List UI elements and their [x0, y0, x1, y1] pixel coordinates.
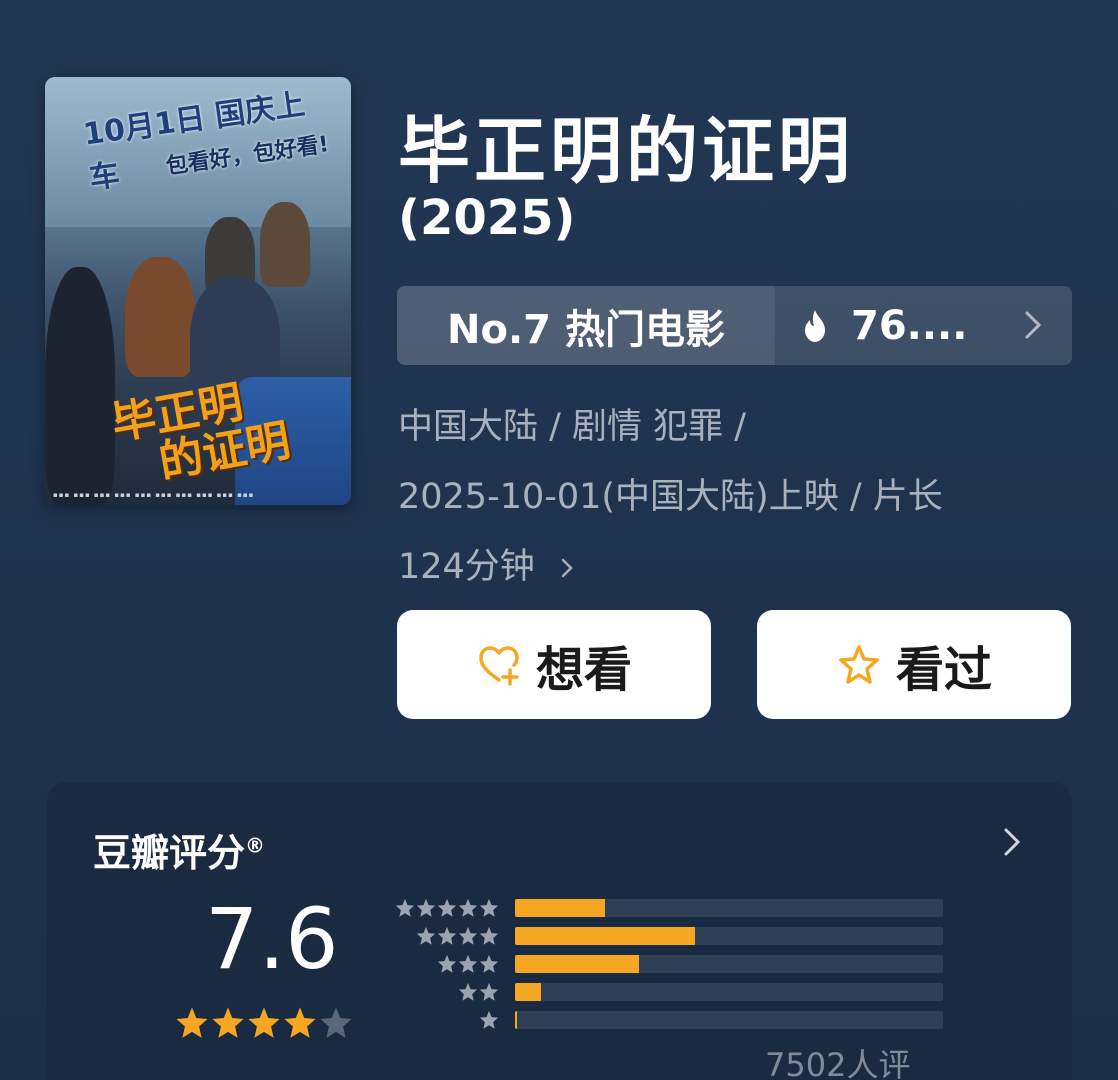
movie-detail-page: 10月1日 国庆上车 包看好，包好看! 毕正明 的证明 ▪▪▪ ▪▪▪ ▪▪▪ …: [0, 0, 1118, 1080]
star-small-icon: [437, 954, 457, 973]
distribution-track: [515, 1011, 943, 1029]
rating-card[interactable]: 豆瓣评分® 7.6 7502人评: [47, 782, 1072, 1080]
heat-value: 76....: [851, 302, 968, 349]
star-small-icon: [458, 954, 478, 973]
star-filled-icon: [248, 1007, 280, 1038]
star-small-icon: [437, 898, 457, 917]
distribution-row: [393, 922, 943, 950]
star-small-icon: [479, 982, 499, 1001]
distribution-stars: [393, 898, 499, 918]
distribution-bar: [515, 1011, 518, 1029]
rating-title: 豆瓣评分®: [93, 822, 265, 877]
star-small-icon: [479, 954, 499, 973]
distribution-row: [393, 978, 943, 1006]
star-small-icon: [479, 926, 499, 945]
poster-figure: [260, 202, 310, 287]
distribution-stars: [393, 926, 499, 946]
meta-duration-row: 124分钟: [398, 532, 1058, 602]
heat-section: 76....: [775, 286, 1072, 365]
distribution-stars: [393, 982, 499, 1002]
star-filled-icon: [176, 1007, 208, 1038]
star-small-icon: [437, 926, 457, 945]
chevron-right-icon[interactable]: [560, 557, 574, 579]
movie-poster[interactable]: 10月1日 国庆上车 包看好，包好看! 毕正明 的证明 ▪▪▪ ▪▪▪ ▪▪▪ …: [45, 77, 351, 505]
distribution-bar: [515, 955, 640, 973]
distribution-track: [515, 927, 943, 945]
rating-title-text: 豆瓣评分: [93, 831, 246, 875]
watched-button[interactable]: 看过: [757, 610, 1071, 719]
star-small-icon: [458, 982, 478, 1001]
distribution-row: [393, 950, 943, 978]
rating-count[interactable]: 7502人评: [765, 1040, 910, 1080]
star-small-icon: [479, 1010, 499, 1029]
star-outline-icon: [839, 644, 879, 684]
poster-figure: [125, 257, 195, 377]
movie-meta[interactable]: 中国大陆 / 剧情 犯罪 / 2025-10-01(中国大陆)上映 / 片长 1…: [398, 392, 1058, 602]
distribution-bar: [515, 927, 695, 945]
registered-mark: ®: [245, 833, 266, 858]
distribution-track: [515, 983, 943, 1001]
distribution-row: [393, 894, 943, 922]
star-small-icon: [416, 898, 436, 917]
watched-label: 看过: [895, 641, 992, 698]
ranking-bar[interactable]: No.7 热门电影 76....: [397, 286, 1072, 365]
star-small-icon: [458, 926, 478, 945]
poster-figure: [45, 267, 115, 505]
chevron-right-icon[interactable]: [1024, 310, 1042, 340]
chevron-right-icon[interactable]: [1002, 826, 1022, 858]
star-empty-icon: [320, 1007, 352, 1038]
meta-duration: 124分钟: [398, 547, 535, 587]
star-filled-icon: [212, 1007, 244, 1038]
star-filled-icon: [284, 1007, 316, 1038]
meta-release: 2025-10-01(中国大陆)上映 / 片长: [398, 477, 943, 517]
distribution-stars: [393, 1010, 499, 1030]
flame-icon: [805, 309, 825, 342]
star-small-icon: [416, 926, 436, 945]
rating-score: 7.6: [205, 890, 339, 988]
distribution-track: [515, 955, 943, 973]
star-small-icon: [458, 898, 478, 917]
distribution-track: [515, 899, 943, 917]
movie-year: (2025): [398, 190, 576, 246]
heart-plus-icon: [479, 645, 519, 686]
distribution-stars: [393, 954, 499, 974]
distribution-bar: [515, 899, 605, 917]
want-to-watch-label: 想看: [535, 641, 632, 698]
meta-region-genre: 中国大陆 / 剧情 犯罪 /: [398, 407, 747, 447]
rating-stars: [175, 1006, 353, 1040]
movie-title: 毕正明的证明: [398, 109, 855, 193]
ranking-label: No.7 热门电影: [397, 286, 775, 365]
star-small-icon: [479, 898, 499, 917]
distribution-row: [393, 1006, 943, 1034]
rating-distribution: [393, 894, 943, 1034]
want-to-watch-button[interactable]: 想看: [397, 610, 711, 719]
distribution-bar: [515, 983, 541, 1001]
star-small-icon: [395, 898, 415, 917]
poster-credits: ▪▪▪ ▪▪▪ ▪▪▪ ▪▪▪ ▪▪▪ ▪▪▪ ▪▪▪ ▪▪▪ ▪▪▪ ▪▪▪: [53, 491, 255, 499]
